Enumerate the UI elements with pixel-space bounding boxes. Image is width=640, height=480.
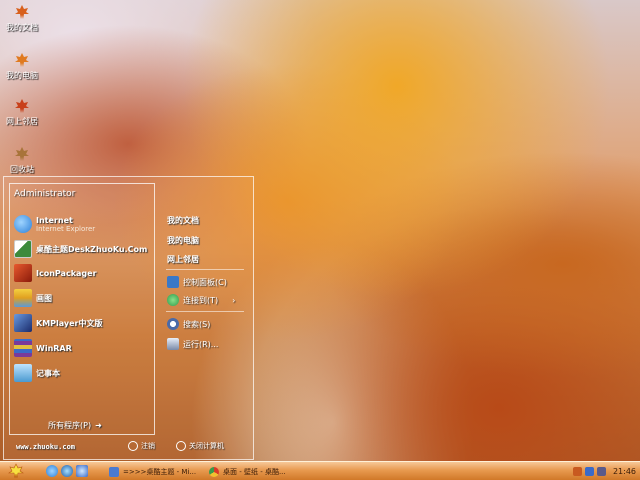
logoff-label: 注销 [141,442,155,450]
ie-quicklaunch-icon[interactable] [46,465,58,477]
menu-connect-to[interactable]: 连接到(T) › [167,294,235,306]
connect-icon [167,294,179,306]
arrow-right-icon: ➜ [95,421,102,430]
task-label: 桌面 - 壁纸 - 桌酷... [223,467,286,476]
taskbar: =>>>桌酷主题 - Mi... 桌面 - 壁纸 - 桌酷... 21:46 [0,461,640,480]
desktop-icon-my-documents[interactable]: 我的文档 [2,4,42,33]
kmplayer-icon [14,314,32,332]
program-title: Internet [36,215,73,225]
desktop-icon-my-computer[interactable]: 我的电脑 [2,52,42,81]
start-menu: Administrator Internet Internet Explorer… [3,176,254,460]
desktop-quicklaunch-icon[interactable] [76,465,88,477]
notepad-icon [14,364,32,382]
menu-label: 运行(R)... [183,339,219,349]
theme-icon [14,240,32,258]
shutdown-label: 关闭计算机 [189,442,224,450]
start-button[interactable] [0,462,32,480]
chrome-icon [209,466,219,477]
program-iconpackager[interactable]: IconPackager [14,262,97,284]
desktop-icon-label: 网上邻居 [6,117,38,126]
all-programs-label: 所有程序(P) [48,421,92,430]
menu-my-documents[interactable]: 我的文档 [167,215,199,226]
maple-leaf-icon [15,99,29,113]
menu-label: 我的文档 [167,216,199,225]
control-panel-icon [167,276,179,288]
paint-icon [14,289,32,307]
menu-label: 搜索(S) [183,319,211,329]
winrar-icon [14,339,32,357]
taskbar-button-theme-window[interactable]: =>>>桌酷主题 - Mi... [106,464,202,479]
menu-run[interactable]: 运行(R)... [167,338,218,350]
run-icon [167,338,179,350]
program-title: 桌酷主题DeskZhuoKu.Com [36,244,148,254]
program-title: IconPackager [36,268,97,278]
program-kmplayer[interactable]: KMPlayer中文版 [14,312,103,334]
task-label: =>>>桌酷主题 - Mi... [123,467,197,476]
user-name: Administrator [14,189,76,199]
menu-divider [166,311,244,312]
program-title: 画图 [36,293,52,303]
browser-quicklaunch-icon[interactable] [61,465,73,477]
network-tray-icon[interactable] [584,466,594,476]
key-icon [128,441,138,451]
all-programs-button[interactable]: 所有程序(P) ➜ [48,420,102,431]
volume-tray-icon[interactable] [596,466,606,476]
program-title: 记事本 [36,368,60,378]
program-winrar[interactable]: WinRAR [14,337,72,359]
maple-leaf-icon [8,463,24,479]
program-internet[interactable]: Internet Internet Explorer [14,213,95,235]
menu-control-panel[interactable]: 控制面板(C) [167,276,227,288]
menu-network[interactable]: 网上邻居 [167,254,199,265]
maple-leaf-icon [15,5,29,19]
program-zhuoku-theme[interactable]: 桌酷主题DeskZhuoKu.Com [14,238,147,260]
taskbar-button-wallpaper-window[interactable]: 桌面 - 壁纸 - 桌酷... [206,464,306,479]
power-icon [176,441,186,451]
site-url: www.zhuoku.com [16,443,76,451]
desktop-icon-label: 我的文档 [6,23,38,32]
iconpackager-icon [14,264,32,282]
program-paint[interactable]: 画图 [14,287,52,309]
menu-search[interactable]: 搜索(S) [167,318,210,330]
menu-label: 网上邻居 [167,255,199,264]
user-tray-icon[interactable] [572,466,582,476]
desktop-icon-label: 我的电脑 [6,71,38,80]
menu-label: 控制面板(C) [183,277,227,287]
chevron-right-icon: › [232,295,236,305]
menu-label: 连接到(T) [183,295,219,305]
ie-icon [14,215,32,233]
program-subtitle: Internet Explorer [36,224,96,233]
program-title: KMPlayer中文版 [36,318,103,328]
menu-my-computer[interactable]: 我的电脑 [167,235,199,246]
shutdown-button[interactable]: 关闭计算机 [176,441,224,451]
program-notepad[interactable]: 记事本 [14,362,60,384]
clock[interactable]: 21:46 [613,467,636,476]
desktop-icon-network[interactable]: 网上邻居 [2,98,42,127]
search-icon [167,318,179,330]
logoff-button[interactable]: 注销 [128,441,155,451]
window-icon [109,466,119,477]
desktop-icon-label: 回收站 [10,165,34,174]
program-title: WinRAR [36,343,72,353]
menu-label: 我的电脑 [167,236,199,245]
system-tray: 21:46 [564,462,640,480]
desktop-icon-recycle-bin[interactable]: 回收站 [2,146,42,175]
maple-leaf-icon [15,53,29,67]
maple-leaf-icon [15,147,29,161]
menu-divider [166,269,244,270]
